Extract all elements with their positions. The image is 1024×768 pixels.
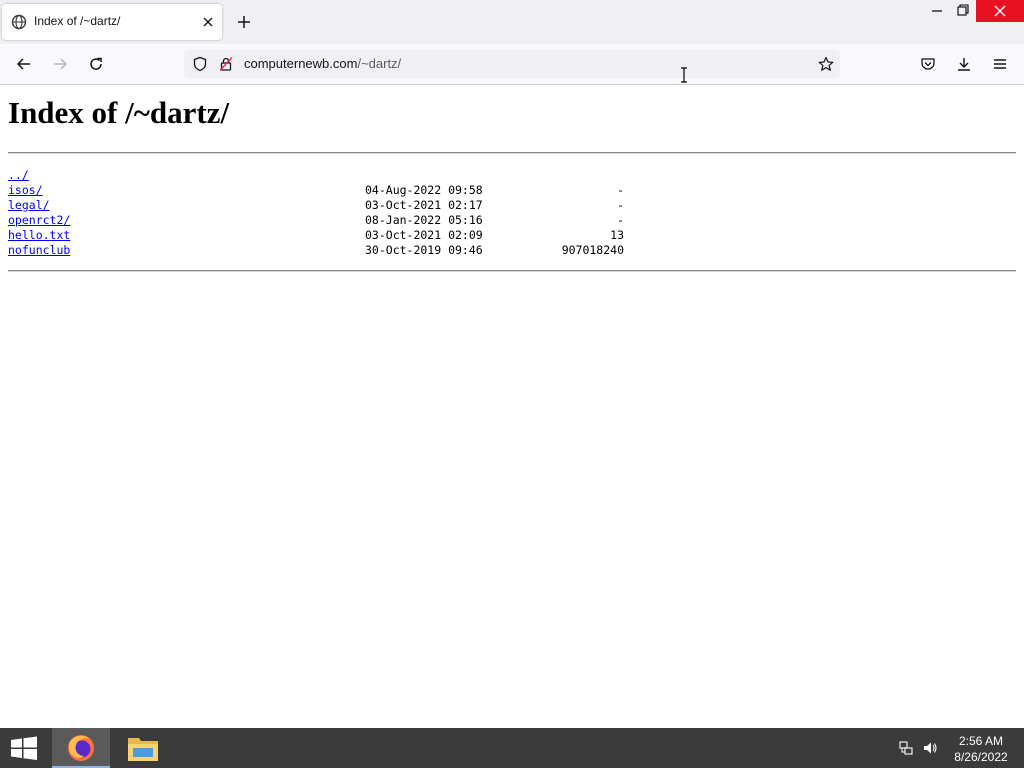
pocket-icon[interactable] <box>920 56 936 72</box>
parent-directory-link[interactable]: ../ <box>8 168 29 183</box>
entry-size: - <box>617 198 624 212</box>
entry-size: 907018240 <box>561 243 624 257</box>
entry-size: 13 <box>610 228 624 242</box>
tab-strip: Index of /~dartz/ <box>0 0 1024 44</box>
globe-favicon-icon <box>11 14 27 30</box>
tab-active[interactable]: Index of /~dartz/ <box>2 4 222 40</box>
insecure-lock-icon[interactable] <box>218 56 234 72</box>
list-item: hello.txt 03-Oct-2021 02:09 13 <box>8 228 708 243</box>
divider <box>8 270 1016 272</box>
restore-icon[interactable] <box>946 0 980 22</box>
back-arrow-icon[interactable] <box>16 56 32 72</box>
hamburger-menu-icon[interactable] <box>992 56 1008 72</box>
entry-date: 08-Jan-2022 05:16 <box>365 213 483 227</box>
star-icon[interactable] <box>818 56 834 72</box>
entry-date: 04-Aug-2022 09:58 <box>365 183 483 197</box>
entry-link[interactable]: openrct2/ <box>8 213 70 228</box>
taskbar: 2:56 AM 8/26/2022 <box>0 728 1024 768</box>
entry-link[interactable]: nofunclub <box>8 243 70 258</box>
list-item: nofunclub 30-Oct-2019 09:46 907018240 <box>8 243 708 258</box>
entry-date: 03-Oct-2021 02:09 <box>365 228 483 242</box>
system-clock[interactable]: 2:56 AM 8/26/2022 <box>946 733 1016 765</box>
divider <box>8 152 1016 154</box>
text-cursor-icon <box>681 67 687 83</box>
download-icon[interactable] <box>956 56 972 72</box>
address-bar[interactable]: computernewb.com/~dartz/ <box>184 50 840 78</box>
entry-size: - <box>617 183 624 197</box>
close-icon[interactable] <box>200 14 216 30</box>
navigation-toolbar: computernewb.com/~dartz/ <box>0 44 1024 85</box>
list-item: legal/ 03-Oct-2021 02:17 - <box>8 198 708 213</box>
network-icon[interactable] <box>898 740 914 756</box>
list-item: openrct2/ 08-Jan-2022 05:16 - <box>8 213 708 228</box>
forward-arrow-icon[interactable] <box>52 56 68 72</box>
clock-time: 2:56 AM <box>958 734 1004 748</box>
taskbar-file-explorer[interactable] <box>114 728 172 768</box>
entry-link[interactable]: isos/ <box>8 183 43 198</box>
windows-start-icon[interactable] <box>0 728 48 768</box>
list-item: isos/ 04-Aug-2022 09:58 - <box>8 183 708 198</box>
window-close-icon[interactable] <box>976 0 1024 22</box>
url-text[interactable]: computernewb.com/~dartz/ <box>244 56 401 71</box>
plus-icon[interactable] <box>236 14 252 30</box>
reload-icon[interactable] <box>88 56 104 72</box>
url-path: /~dartz/ <box>357 56 402 71</box>
entry-link[interactable]: legal/ <box>8 198 50 213</box>
tracking-shield-icon[interactable] <box>192 56 208 72</box>
parent-directory-row: ../ <box>8 168 708 183</box>
url-host: computernewb.com <box>244 56 358 71</box>
entry-link[interactable]: hello.txt <box>8 228 70 243</box>
clock-date: 8/26/2022 <box>954 750 1008 764</box>
directory-listing: ../ isos/ 04-Aug-2022 09:58 - legal/ 03-… <box>8 168 708 258</box>
volume-icon[interactable] <box>922 740 938 756</box>
taskbar-firefox[interactable] <box>52 728 110 768</box>
firefox-icon <box>68 735 94 761</box>
folder-icon <box>128 738 158 761</box>
page-title: Index of /~dartz/ <box>8 95 230 130</box>
entry-size: - <box>617 213 624 227</box>
tab-title: Index of /~dartz/ <box>34 14 121 28</box>
page-content: Index of /~dartz/ ../ isos/ 04-Aug-2022 … <box>0 85 1024 728</box>
entry-date: 30-Oct-2019 09:46 <box>365 243 483 257</box>
entry-date: 03-Oct-2021 02:17 <box>365 198 483 212</box>
